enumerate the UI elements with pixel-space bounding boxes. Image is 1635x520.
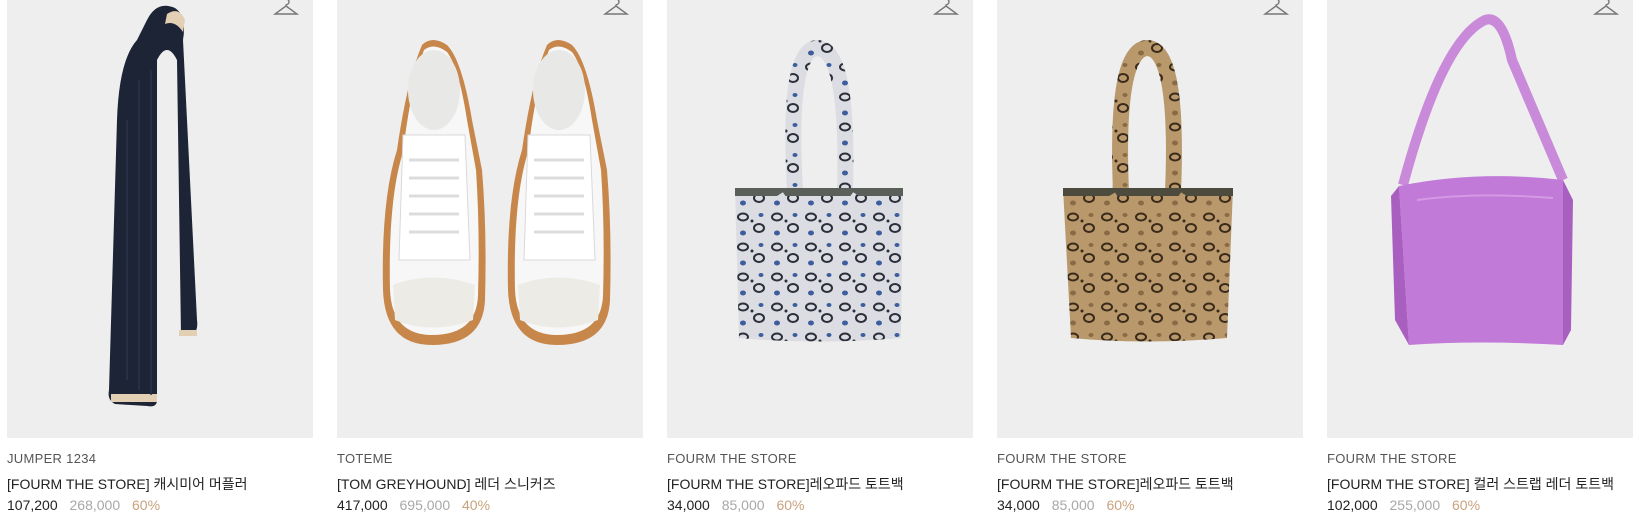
product-card[interactable]: TOTEME [TOM GREYHOUND] 레더 스니커즈 417,000 6… bbox=[337, 0, 643, 520]
sale-price: 34,000 bbox=[997, 497, 1040, 513]
original-price: 695,000 bbox=[399, 497, 451, 513]
hanger-icon[interactable] bbox=[273, 0, 299, 18]
product-image-area[interactable] bbox=[1327, 0, 1633, 438]
product-prices: 34,000 85,000 60% bbox=[667, 497, 804, 513]
discount-rate: 60% bbox=[1452, 497, 1481, 513]
product-card[interactable]: FOURM THE STORE [FOURM THE STORE] 컬러 스트랩… bbox=[1327, 0, 1633, 520]
product-brand[interactable]: FOURM THE STORE bbox=[667, 451, 797, 466]
beige-leopard-tote-bag-image bbox=[1063, 39, 1233, 342]
hanger-icon[interactable] bbox=[933, 0, 959, 18]
hanger-icon[interactable] bbox=[1263, 0, 1289, 18]
product-prices: 34,000 85,000 60% bbox=[997, 497, 1134, 513]
sale-price: 107,200 bbox=[7, 497, 58, 513]
product-card[interactable]: FOURM THE STORE [FOURM THE STORE]레오파드 토트… bbox=[997, 0, 1303, 520]
purple-leather-tote-bag-image bbox=[1391, 14, 1573, 345]
product-name[interactable]: [TOM GREYHOUND] 레더 스니커즈 bbox=[337, 474, 556, 494]
product-card[interactable]: FOURM THE STORE [FOURM THE STORE]레오파드 토트… bbox=[667, 0, 973, 520]
product-brand[interactable]: JUMPER 1234 bbox=[7, 451, 96, 466]
product-prices: 107,200 268,000 60% bbox=[7, 497, 160, 513]
product-name[interactable]: [FOURM THE STORE] 컬러 스트랩 레더 토트백 bbox=[1327, 474, 1614, 494]
product-image-area[interactable] bbox=[7, 0, 313, 438]
product-brand[interactable]: FOURM THE STORE bbox=[1327, 451, 1457, 466]
sale-price: 102,000 bbox=[1327, 497, 1378, 513]
sale-price: 417,000 bbox=[337, 497, 388, 513]
white-leather-sneakers-image bbox=[382, 40, 611, 345]
original-price: 85,000 bbox=[721, 497, 765, 513]
product-name[interactable]: [FOURM THE STORE]레오파드 토트백 bbox=[997, 474, 1234, 494]
navy-cashmere-muffler-image bbox=[108, 5, 198, 407]
product-grid: JUMPER 1234 [FOURM THE STORE] 캐시미어 머플러 1… bbox=[0, 0, 1635, 520]
product-name[interactable]: [FOURM THE STORE] 캐시미어 머플러 bbox=[7, 474, 248, 494]
original-price: 85,000 bbox=[1051, 497, 1095, 513]
product-image-area[interactable] bbox=[337, 0, 643, 438]
product-prices: 417,000 695,000 40% bbox=[337, 497, 490, 513]
discount-rate: 40% bbox=[462, 497, 491, 513]
product-brand[interactable]: TOTEME bbox=[337, 451, 393, 466]
sale-price: 34,000 bbox=[667, 497, 710, 513]
product-name[interactable]: [FOURM THE STORE]레오파드 토트백 bbox=[667, 474, 904, 494]
product-image-area[interactable] bbox=[667, 0, 973, 438]
hanger-icon[interactable] bbox=[603, 0, 629, 18]
product-brand[interactable]: FOURM THE STORE bbox=[997, 451, 1127, 466]
discount-rate: 60% bbox=[776, 497, 805, 513]
discount-rate: 60% bbox=[132, 497, 161, 513]
original-price: 255,000 bbox=[1389, 497, 1441, 513]
blue-leopard-tote-bag-image bbox=[735, 39, 903, 342]
product-card[interactable]: JUMPER 1234 [FOURM THE STORE] 캐시미어 머플러 1… bbox=[7, 0, 313, 520]
discount-rate: 60% bbox=[1106, 497, 1135, 513]
hanger-icon[interactable] bbox=[1593, 0, 1619, 18]
original-price: 268,000 bbox=[69, 497, 121, 513]
product-image-area[interactable] bbox=[997, 0, 1303, 438]
product-prices: 102,000 255,000 60% bbox=[1327, 497, 1480, 513]
